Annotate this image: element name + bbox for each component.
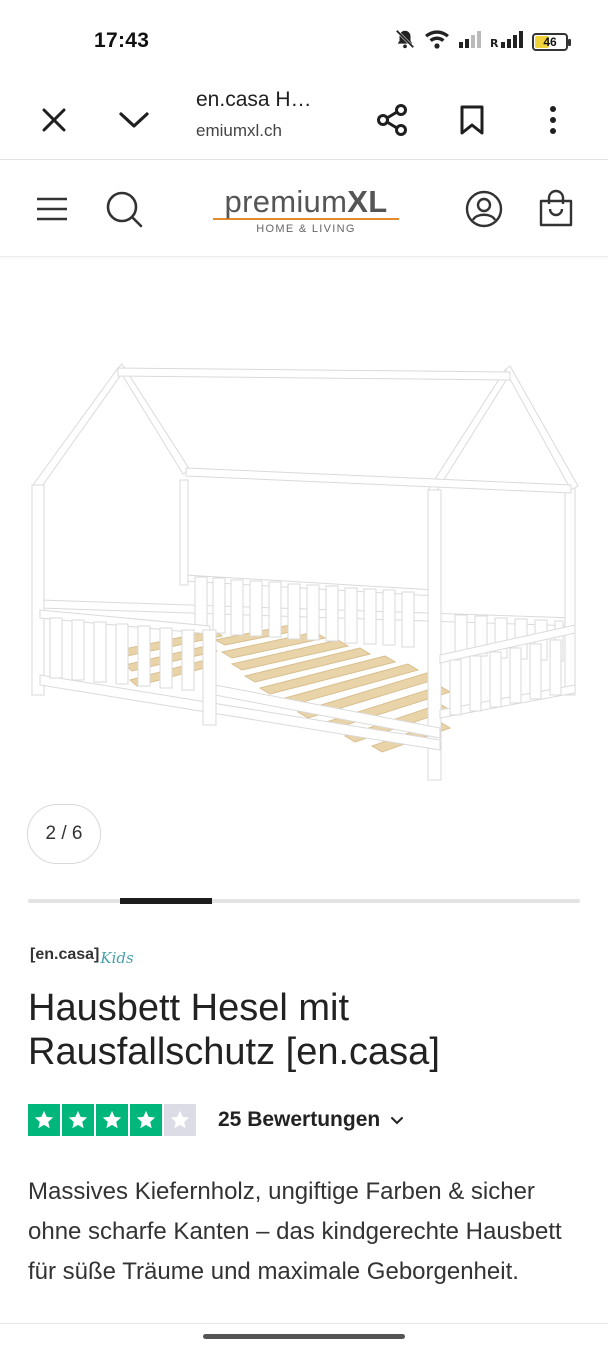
search-icon[interactable] [98, 183, 150, 235]
product-description: Massives Kiefernholz, ungiftige Farben &… [28, 1178, 562, 1285]
star-icon [164, 1104, 196, 1136]
signal-icon [458, 29, 482, 54]
mute-icon [394, 28, 416, 55]
share-icon[interactable] [364, 92, 420, 148]
logo-text-light: premium [224, 184, 348, 219]
status-time: 17:43 [94, 29, 150, 52]
product-title: Hausbett Hesel mit Rausfallschutz [en.ca… [28, 987, 440, 1073]
reviews-link[interactable]: 25 Bewertungen [218, 1108, 404, 1132]
roaming-signal-icon: R [490, 29, 524, 54]
gallery-progress [28, 898, 580, 904]
url-host: emiumxl.ch [196, 121, 282, 140]
browser-toolbar: en.casa H… emiumxl.ch [0, 80, 608, 160]
rating-stars [28, 1104, 196, 1136]
site-header: premiumXL HOME & LIVING [0, 161, 608, 257]
brand-logo-main: [en.casa] [30, 946, 100, 963]
menu-icon[interactable] [26, 183, 78, 235]
bookmark-icon[interactable] [444, 92, 500, 148]
logo-tagline: HOME & LIVING [256, 223, 356, 235]
navigation-bar [0, 1323, 608, 1350]
chevron-down-icon [390, 1108, 404, 1132]
bed-illustration [31, 363, 579, 781]
battery-icon: 46 [532, 32, 571, 51]
battery-level: 46 [543, 34, 557, 49]
star-icon [130, 1104, 162, 1136]
cart-icon[interactable] [530, 183, 582, 235]
account-icon[interactable] [458, 183, 510, 235]
logo-wordmark: premiumXL [206, 186, 406, 218]
status-icons: R 46 [394, 28, 571, 55]
rating-row[interactable]: 25 Bewertungen [28, 1104, 404, 1136]
gallery-counter: 2 / 6 [27, 804, 101, 864]
product-image[interactable] [0, 300, 608, 800]
logo-text-bold: XL [347, 184, 388, 219]
status-bar: 17:43 R 46 [0, 0, 608, 80]
svg-text:R: R [490, 37, 499, 49]
chevron-down-icon[interactable] [106, 92, 162, 148]
brand-logo-kids: Kids [100, 949, 134, 967]
star-icon [28, 1104, 60, 1136]
more-vertical-icon[interactable] [525, 92, 581, 148]
url-bar[interactable]: en.casa H… emiumxl.ch [196, 88, 346, 141]
close-icon[interactable] [26, 92, 82, 148]
reviews-count: 25 Bewertungen [218, 1108, 381, 1131]
home-gesture-pill[interactable] [203, 1334, 405, 1339]
star-icon [96, 1104, 128, 1136]
star-icon [62, 1104, 94, 1136]
brand-logo[interactable]: [en.casa] Kids [30, 945, 134, 975]
gallery-progress-indicator [120, 898, 212, 904]
wifi-icon [424, 28, 450, 55]
site-logo[interactable]: premiumXL HOME & LIVING [206, 186, 406, 235]
tab-title: en.casa H… [196, 88, 312, 111]
